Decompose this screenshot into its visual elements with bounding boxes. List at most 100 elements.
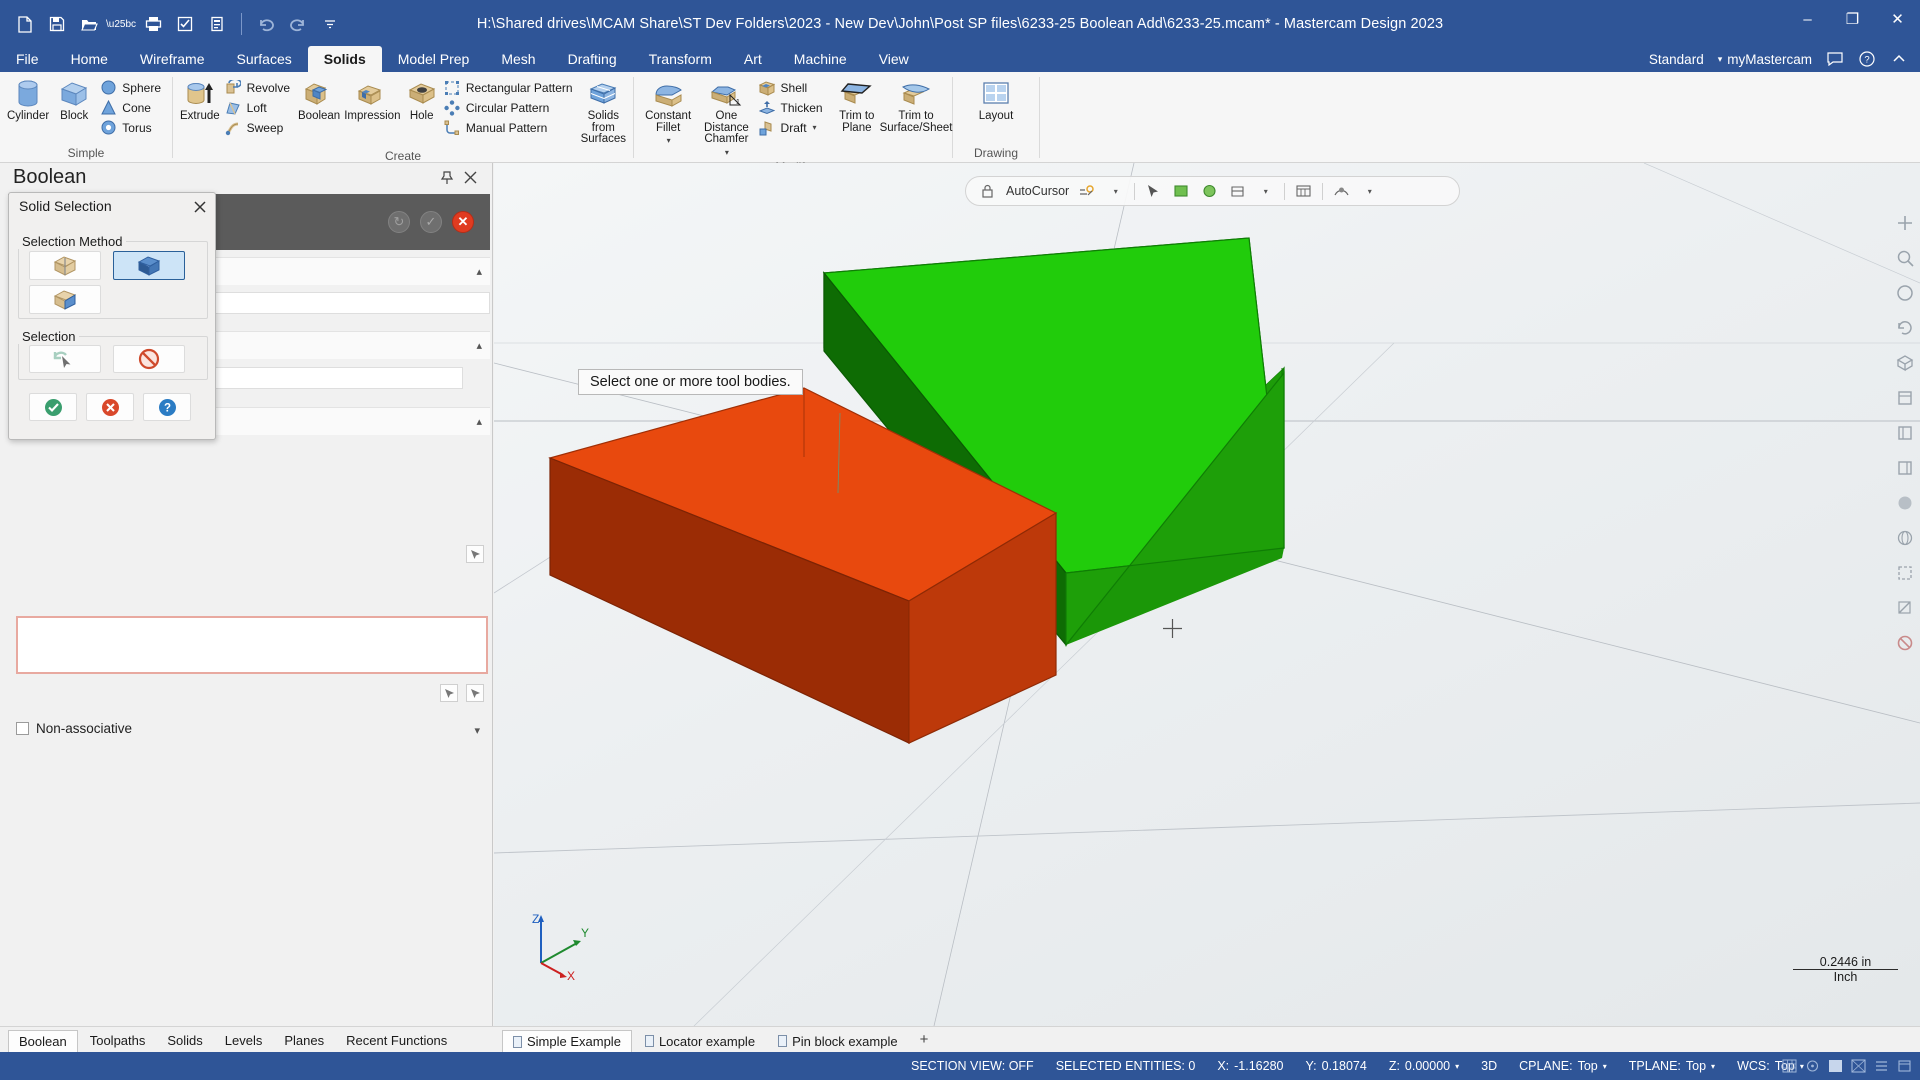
shell-button[interactable]: Shell [757,78,828,97]
revolve-button[interactable]: Revolve [223,78,295,97]
tab-art[interactable]: Art [728,46,778,72]
verify-caret-icon[interactable]: ▾ [1360,182,1379,201]
draft-button[interactable]: Draft ▾ [757,118,828,137]
tool-bodies-list[interactable] [16,616,488,674]
tab-file[interactable]: File [0,46,55,72]
maximize-button[interactable]: ❐ [1830,0,1875,38]
tab-view[interactable]: View [863,46,925,72]
status-dimension-mode[interactable]: 3D [1470,1059,1508,1073]
one-distance-chamfer-caret-icon[interactable]: ▾ [725,148,729,157]
tool-pick-button-1[interactable] [440,684,458,702]
panel-section-expand[interactable]: ▾ [474,721,480,739]
sweep-button[interactable]: Sweep [223,118,295,137]
chat-help-icon[interactable] [1826,50,1844,68]
panel-tab-toolpaths[interactable]: Toolpaths [80,1030,156,1052]
select-arrow-icon[interactable] [1144,182,1163,201]
blank-entities-icon[interactable] [1893,631,1917,655]
select-caret-icon[interactable]: ▾ [1256,182,1275,201]
shading-toggle-icon[interactable] [1825,1057,1845,1075]
chevron-up-icon[interactable]: ▴ [476,265,482,278]
print-icon[interactable] [138,9,168,39]
new-file-icon[interactable] [10,9,40,39]
pin-icon[interactable] [440,171,456,187]
undo-icon[interactable] [251,9,281,39]
fit-view-icon[interactable] [1893,211,1917,235]
layout-button[interactable]: Layout [970,76,1022,126]
open-dropdown-caret-icon[interactable]: \u25bc [106,19,136,30]
cylinder-button[interactable]: Cylinder [6,76,50,126]
tab-solids[interactable]: Solids [307,46,382,72]
panel-tab-solids[interactable]: Solids [157,1030,212,1052]
non-associative-checkbox[interactable]: Non-associative [16,721,132,736]
select-all-icon[interactable] [1200,182,1219,201]
mymastercam-menu[interactable]: ▾ myMastercam [1718,52,1812,67]
status-section-view[interactable]: SECTION VIEW: OFF [900,1059,1045,1073]
snap-toggle-icon[interactable] [1802,1057,1822,1075]
tab-machine[interactable]: Machine [778,46,863,72]
zoom-window-icon[interactable] [1893,246,1917,270]
boolean-button[interactable]: Boolean [297,76,341,126]
panel-tab-levels[interactable]: Levels [215,1030,273,1052]
customize-caret-icon[interactable] [315,9,345,39]
z-caret-icon[interactable]: ▾ [1455,1062,1459,1071]
circular-pattern-button[interactable]: Circular Pattern [442,98,578,117]
cone-button[interactable]: Cone [98,98,166,117]
open-folder-icon[interactable] [74,9,104,39]
extrude-button[interactable]: Extrude [179,76,221,126]
tplane-caret-icon[interactable]: ▾ [1711,1062,1715,1071]
select-solid-body-button[interactable] [113,251,185,280]
block-button[interactable]: Block [52,76,96,126]
front-view-icon[interactable] [1893,421,1917,445]
clear-selection-button[interactable] [113,345,185,373]
tab-transform[interactable]: Transform [633,46,728,72]
view-tab-pin-block-example[interactable]: Pin block example [768,1030,908,1052]
hidden-lines-icon[interactable] [1893,561,1917,585]
chevron-up-icon-2[interactable]: ▴ [476,339,482,352]
cancel-button[interactable] [86,393,134,421]
thicken-button[interactable]: Thicken [757,98,828,117]
print-preview-icon[interactable] [170,9,200,39]
panel-tab-boolean[interactable]: Boolean [8,1030,78,1052]
autocursor-toolbar[interactable]: AutoCursor ▾ ▾ ▾ [965,176,1460,206]
checkbox-box[interactable] [16,722,29,735]
analyze-icon[interactable] [1294,182,1313,201]
sphere-button[interactable]: Sphere [98,78,166,97]
solids-from-surfaces-button[interactable]: Solids from Surfaces [580,76,627,149]
draft-caret-icon[interactable]: ▾ [813,123,817,132]
tab-surfaces[interactable]: Surfaces [220,46,307,72]
target-pick-button[interactable] [466,545,484,563]
manual-pattern-button[interactable]: Manual Pattern [442,118,578,137]
graphics-viewport[interactable]: AutoCursor ▾ ▾ ▾ Select one or more tool… [494,163,1920,1026]
help-circle-icon[interactable]: ? [1858,50,1876,68]
ok-button[interactable] [29,393,77,421]
select-window-icon[interactable] [1172,182,1191,201]
rectangular-pattern-button[interactable]: Rectangular Pattern [442,78,578,97]
cplane-caret-icon[interactable]: ▾ [1603,1062,1607,1071]
panel-tab-planes[interactable]: Planes [274,1030,334,1052]
view-tab-simple-example[interactable]: Simple Example [502,1030,632,1052]
tab-home[interactable]: Home [55,46,124,72]
select-solid-edge-button[interactable] [29,285,101,314]
isometric-view-icon[interactable] [1893,351,1917,375]
constant-fillet-caret-icon[interactable]: ▾ [667,136,671,145]
impression-button[interactable]: Impression [343,76,401,126]
hole-button[interactable]: Hole [403,76,439,126]
save-icon[interactable] [42,9,72,39]
add-view-sheet-button[interactable]: + [911,1030,938,1052]
panel-close-icon[interactable] [464,171,480,187]
minimize-button[interactable]: – [1785,0,1830,38]
view-tab-locator-example[interactable]: Locator example [635,1030,765,1052]
close-button[interactable]: ✕ [1875,0,1920,38]
apply-button[interactable]: ✓ [420,211,442,233]
verify-icon[interactable] [1332,182,1351,201]
zoom-fit-icon[interactable] [202,9,232,39]
undo-selection-button[interactable] [29,345,101,373]
redo-icon[interactable] [283,9,313,39]
collapse-ribbon-icon[interactable] [1890,50,1908,68]
autocursor-caret-icon[interactable]: ▾ [1106,182,1125,201]
torus-button[interactable]: Torus [98,118,166,137]
reselect-button[interactable]: ↻ [388,211,410,233]
select-only-icon[interactable] [1228,182,1247,201]
chevron-down-icon[interactable]: ▾ [474,725,480,737]
tab-drafting[interactable]: Drafting [552,46,633,72]
